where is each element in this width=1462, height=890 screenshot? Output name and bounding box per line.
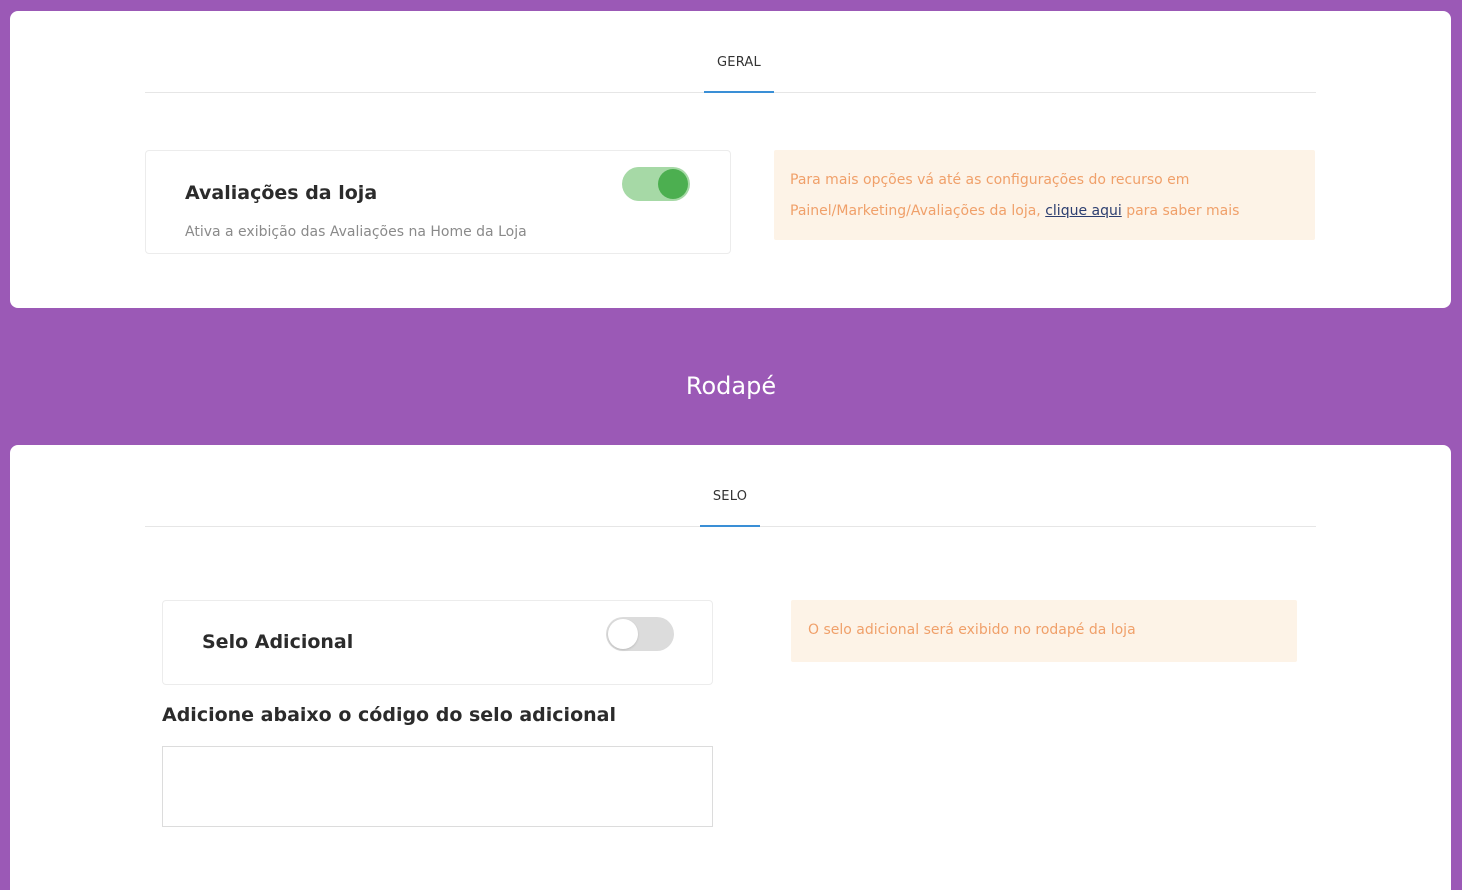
seal-code-label: Adicione abaixo o código do selo adicion… [162, 704, 616, 726]
tab-selo-underline [700, 525, 760, 527]
additional-seal-title: Selo Adicional [202, 631, 354, 653]
tab-geral-label: GERAL [717, 55, 761, 70]
tab-selo-label: SELO [712, 489, 748, 504]
additional-seal-info-text: O selo adicional será exibido no rodapé … [808, 622, 1136, 638]
learn-more-link[interactable]: clique aqui [1045, 203, 1122, 219]
toggle-knob [608, 619, 638, 649]
seal-code-input[interactable] [162, 746, 713, 827]
store-reviews-title: Avaliações da loja [185, 182, 378, 204]
additional-seal-toggle[interactable] [606, 617, 674, 651]
tab-selo[interactable]: SELO [700, 489, 760, 527]
geral-tabbar: GERAL [145, 11, 1316, 93]
info-text-after: para saber mais [1121, 203, 1240, 219]
store-reviews-description: Ativa a exibição das Avaliações na Home … [185, 224, 527, 240]
footer-section-heading: Rodapé [685, 372, 777, 400]
selo-card: SELO Selo Adicional O selo adicional ser… [10, 445, 1451, 890]
store-reviews-option: Avaliações da loja Ativa a exibição das … [145, 150, 731, 254]
store-reviews-toggle[interactable] [622, 167, 690, 201]
tab-geral-underline [704, 91, 774, 93]
selo-tabbar: SELO [145, 445, 1316, 527]
toggle-knob [658, 169, 688, 199]
geral-card: GERAL Avaliações da loja Ativa a exibiçã… [10, 11, 1451, 308]
tab-geral[interactable]: GERAL [704, 55, 774, 93]
additional-seal-info: O selo adicional será exibido no rodapé … [791, 600, 1297, 662]
additional-seal-option: Selo Adicional [162, 600, 713, 685]
store-reviews-info: Para mais opções vá até as configurações… [774, 150, 1315, 240]
